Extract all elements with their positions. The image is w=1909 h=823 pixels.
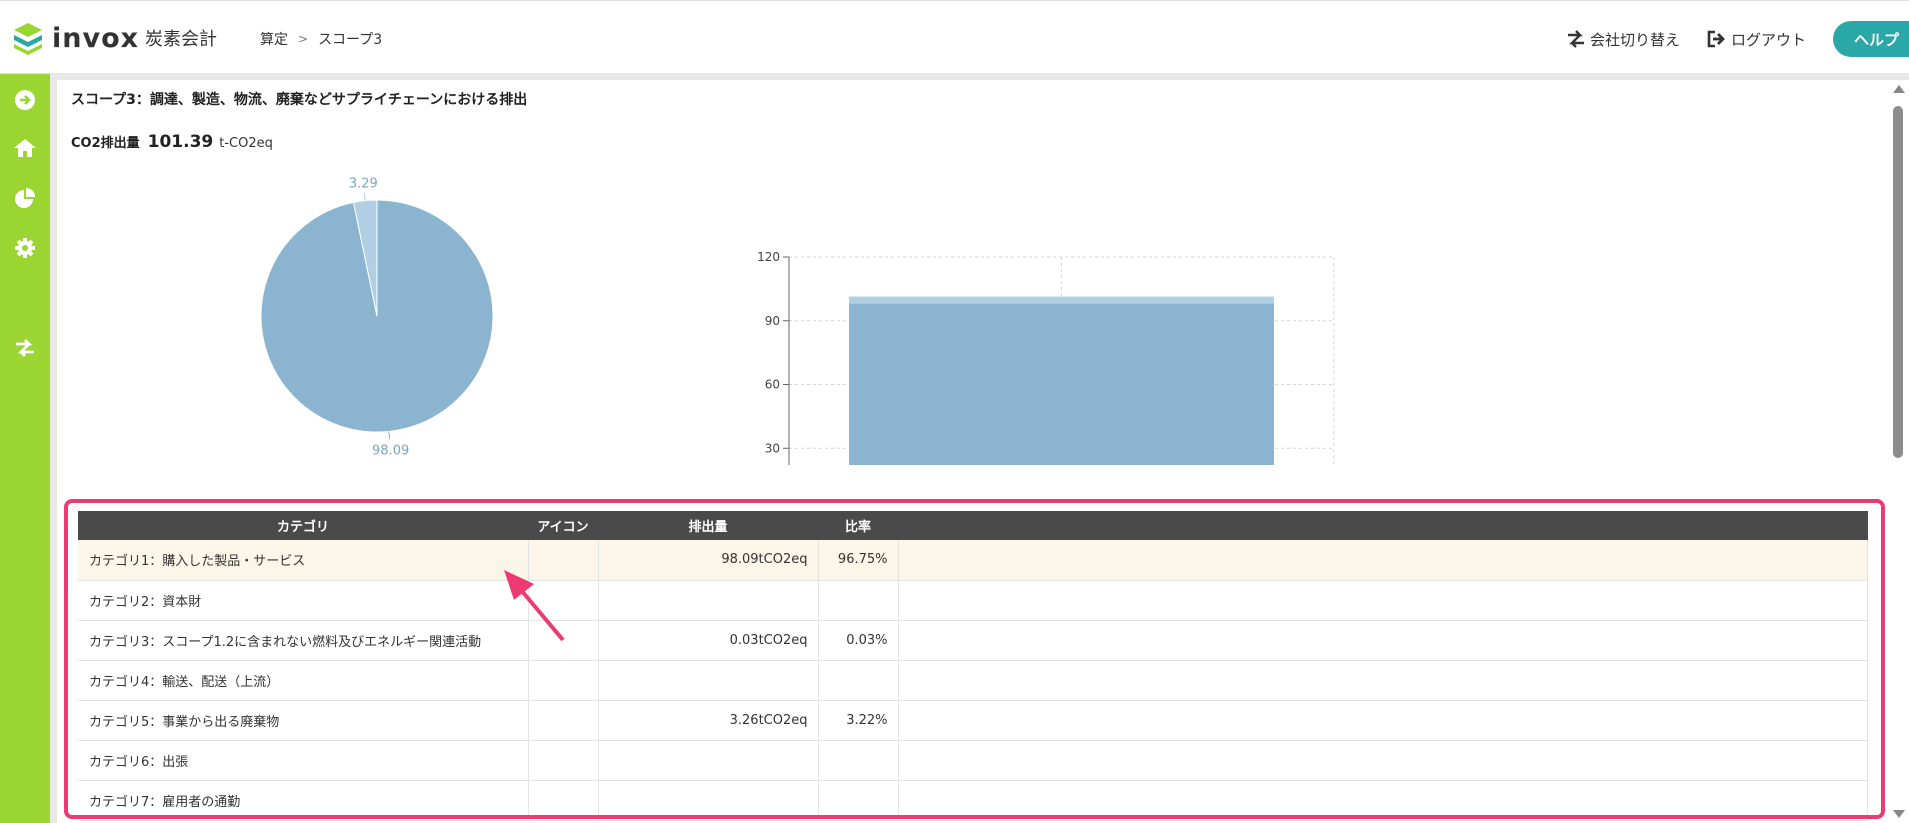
brand-sub: 炭素会計	[145, 29, 218, 50]
logout-label: ログアウト	[1730, 30, 1806, 49]
annotation-arrow-icon	[504, 570, 565, 642]
scrollbar[interactable]	[1888, 80, 1909, 823]
pie-slice-label: 3.29	[349, 177, 378, 192]
y-tick-label: 60	[765, 378, 780, 392]
bar-chart: 03060901202023年	[757, 250, 1335, 465]
gear-icon[interactable]	[13, 236, 37, 260]
help-button[interactable]: ヘルプ	[1833, 21, 1909, 57]
pie-slice-label: 98.09	[372, 443, 409, 458]
scroll-up-icon[interactable]	[1893, 85, 1905, 93]
page-title: スコープ3：調達、製造、物流、廃棄などサプライチェーンにおける排出	[71, 92, 528, 108]
switch-company-button[interactable]: 会社切り替え	[1566, 29, 1680, 50]
scroll-thumb[interactable]	[1893, 106, 1903, 458]
breadcrumb: 算定 > スコープ3	[260, 29, 382, 49]
pie-chart-icon[interactable]	[13, 186, 37, 210]
co2-summary: CO2排出量 101.39 t-CO2eq	[71, 132, 273, 152]
chevron-right-icon: >	[298, 32, 309, 46]
breadcrumb-item-scope3: スコープ3	[318, 32, 383, 48]
co2-value: 101.39	[147, 132, 214, 152]
arrow-right-circle-icon[interactable]	[13, 88, 37, 112]
bar-segment	[849, 296, 1274, 304]
app-header: invox 炭素会計 算定 > スコープ3 会社切り替え ログアウト ヘルプ	[0, 0, 1909, 74]
swap-icon	[1567, 30, 1584, 48]
highlight-frame	[64, 499, 1885, 819]
bar-segment	[849, 303, 1274, 465]
co2-label: CO2排出量	[71, 136, 140, 151]
co2-unit: t-CO2eq	[219, 136, 273, 151]
home-icon[interactable]	[13, 136, 37, 160]
brand-logo[interactable]: invox 炭素会計	[12, 21, 217, 55]
switch-company-label: 会社切り替え	[1589, 30, 1680, 49]
y-tick-label: 120	[757, 250, 780, 264]
swap-icon[interactable]	[13, 336, 37, 360]
brand-name: invox	[52, 22, 140, 54]
logout-button[interactable]: ログアウト	[1707, 29, 1806, 50]
y-tick-label: 30	[765, 441, 780, 455]
breadcrumb-item-calc[interactable]: 算定	[260, 29, 288, 49]
pie-label-line	[388, 431, 391, 440]
logo-mark-icon	[14, 23, 42, 55]
y-tick-label: 90	[765, 314, 780, 328]
logout-icon	[1707, 30, 1725, 48]
scroll-down-icon[interactable]	[1893, 810, 1905, 818]
pie-label-line	[363, 192, 366, 201]
header-actions: 会社切り替え ログアウト ヘルプ	[1566, 21, 1909, 57]
sidebar	[0, 74, 50, 823]
pie-chart: 98.09 3.29	[260, 177, 494, 458]
